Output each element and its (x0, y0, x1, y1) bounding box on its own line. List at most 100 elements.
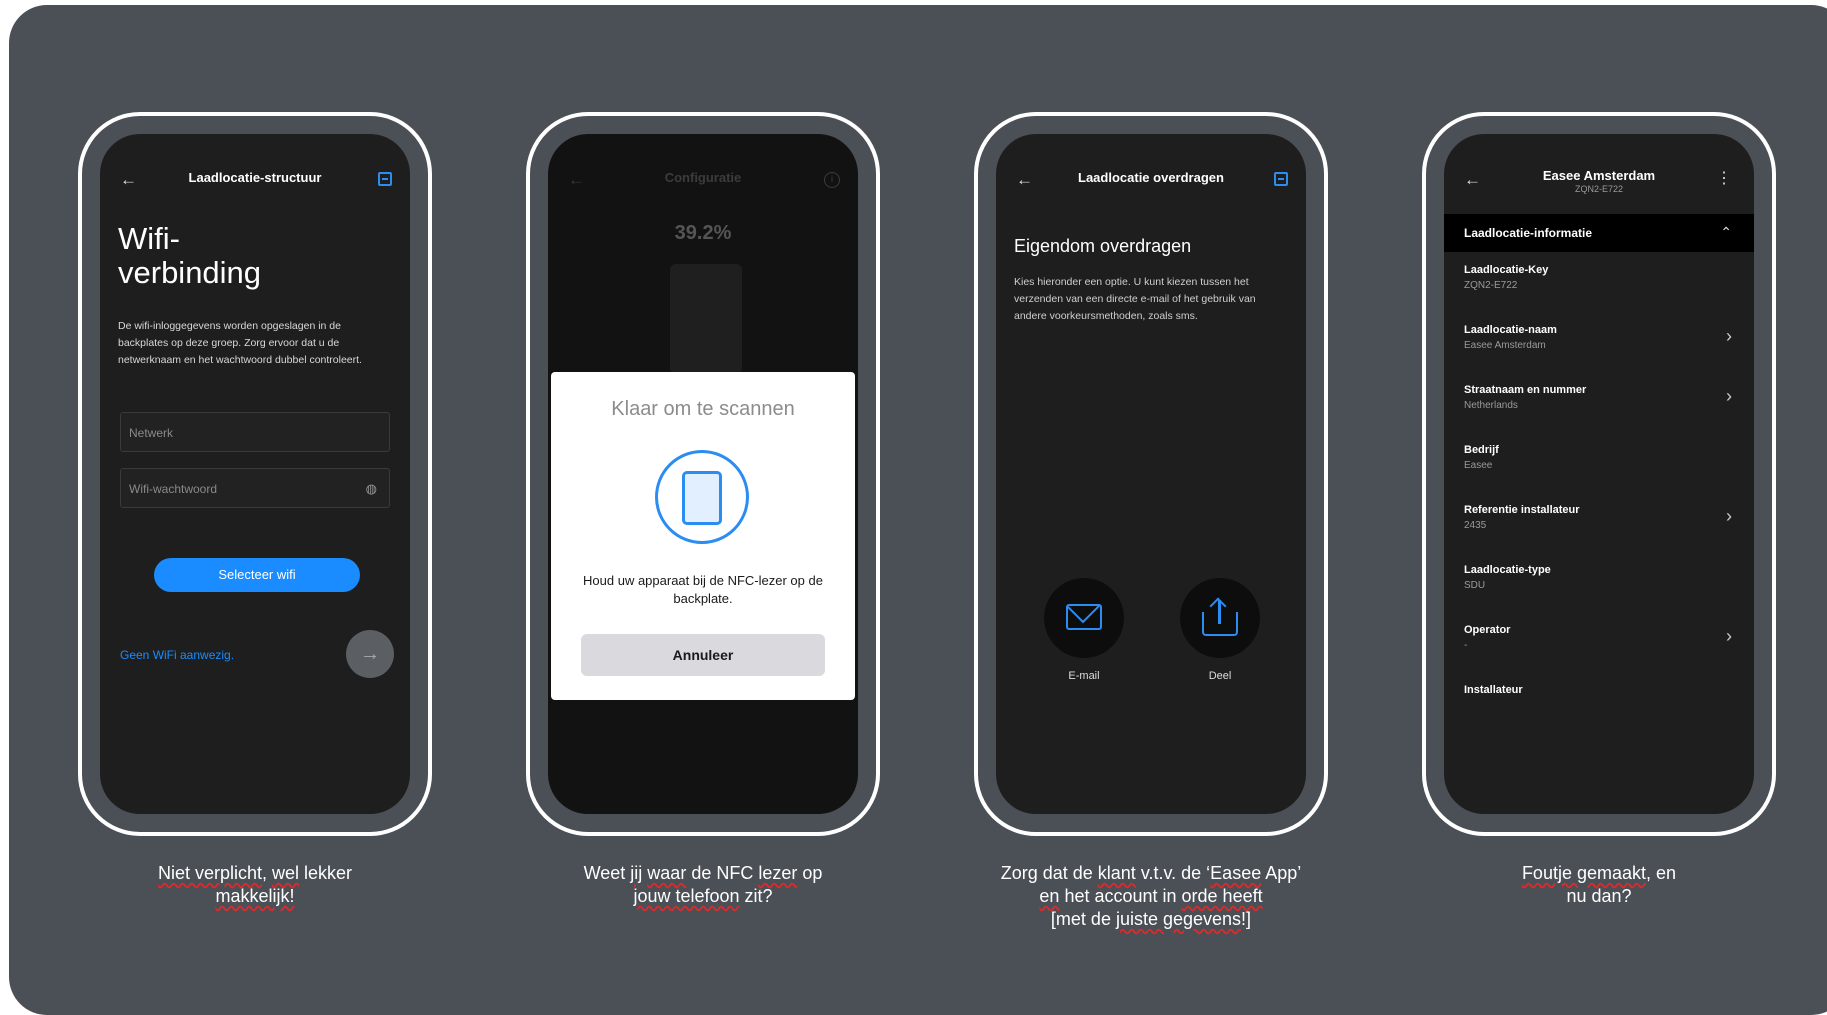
header-subtitle: ZQN2-E722 (1574, 184, 1624, 194)
caption-wifi: Niet verplicht, wel lekker makkelijk! (78, 862, 432, 908)
info-row: Bedrijf Easee (1444, 436, 1754, 492)
caption-text: op (797, 863, 823, 883)
caption-text: App’ (1261, 863, 1302, 883)
info-row-value: ZQN2-E722 (1464, 280, 1518, 291)
phone-frame-location-info: ← Easee Amsterdam ZQN2-E722 ⋮ Laadlocati… (1422, 112, 1776, 836)
arrow-right-icon: → (360, 643, 380, 665)
info-row-value: 2435 (1464, 520, 1487, 531)
phone-screen-transfer: ← Laadlocatie overdragen Eigendom overdr… (996, 134, 1306, 814)
caption-text: orde heeft (1181, 886, 1263, 906)
wifi-password-input[interactable]: Wifi-wachtwoord ◍ (120, 468, 390, 508)
caption-text: !] (1241, 909, 1252, 929)
info-row-label: Installateur (1464, 684, 1523, 696)
info-row: Installateur (1444, 676, 1754, 732)
phone-nfc-icon (655, 450, 749, 544)
header-title: Configuratie (664, 170, 742, 185)
caption-text: makkelijk! (215, 886, 295, 906)
header-title: Laadlocatie-structuur (188, 170, 322, 185)
info-row-label: Laadlocatie-naam (1464, 324, 1557, 336)
transfer-description: Kies hieronder een optie. U kunt kiezen … (1014, 276, 1256, 322)
wifi-description: De wifi-inloggegevens worden opgeslagen … (118, 320, 362, 366)
nfc-scan-dialog: Klaar om te scannen Houd uw apparaat bij… (551, 372, 855, 700)
share-button[interactable] (1180, 578, 1260, 658)
mail-icon (1066, 604, 1102, 630)
caption-text: , en (1646, 863, 1677, 883)
caption-text: jij (630, 863, 643, 883)
chevron-right-icon[interactable]: › (1726, 386, 1732, 407)
info-row-label: Straatnaam en nummer (1464, 384, 1587, 396)
phone-frame-nfc: ← Configuratie i 39.2% Klaar om te scann… (526, 112, 880, 836)
phone-frame-wifi: ← Laadlocatie-structuur Wifi- verbinding… (78, 112, 432, 836)
info-row-value: Easee (1464, 460, 1493, 471)
info-row: Laadlocatie-Key ZQN2-E722 (1444, 256, 1754, 312)
caption-text: Weet (583, 863, 631, 883)
dialog-text: Houd uw apparaat bij de NFC-lezer op de … (583, 573, 823, 606)
page-heading: Eigendom overdragen (1014, 236, 1192, 256)
info-row-label: Laadlocatie-type (1464, 564, 1551, 576)
more-options-icon[interactable]: ⋮ (1716, 171, 1732, 187)
email-label: E-mail (1068, 670, 1100, 682)
info-row[interactable]: Straatnaam en nummer Netherlands › (1444, 376, 1754, 432)
caption-text: v.t.v. de ‘ (1135, 863, 1211, 883)
progress-percentage: 39.2% (674, 222, 732, 244)
scan-icon[interactable] (1274, 172, 1288, 186)
info-row-label: Referentie installateur (1464, 504, 1580, 516)
caption-text: het account in (1059, 886, 1182, 906)
caption-text: Zorg dat de (1000, 863, 1098, 883)
chevron-right-icon[interactable]: › (1726, 326, 1732, 347)
email-button[interactable] (1044, 578, 1124, 658)
caption-text: Niet verplicht (157, 863, 262, 883)
cancel-button[interactable]: Annuleer (581, 634, 825, 676)
caption-text: zit? (739, 886, 773, 906)
caption-text: lezer (758, 863, 798, 883)
info-row-label: Laadlocatie-Key (1464, 264, 1549, 276)
info-row[interactable]: Operator - › (1444, 616, 1754, 672)
header-title: Easee Amsterdam (1542, 168, 1656, 183)
info-icon[interactable]: i (824, 172, 840, 188)
info-row-value: Netherlands (1464, 400, 1518, 411)
caption-text: jouw telefoon (633, 886, 740, 906)
caption-text: [met de (1050, 909, 1116, 929)
select-wifi-button[interactable]: Selecteer wifi (154, 558, 360, 592)
header-title: Laadlocatie overdragen (1078, 170, 1224, 185)
share-label: Deel (1208, 670, 1232, 682)
info-row-value: - (1464, 640, 1468, 651)
caption-text: wel (272, 863, 300, 883)
caption-nfc: Weet jij waar de NFC lezer op jouw telef… (526, 862, 880, 908)
section-header[interactable]: Laadlocatie-informatie ⌃ (1444, 214, 1754, 252)
caption-text: Foutje gemaakt (1521, 863, 1647, 883)
chevron-right-icon[interactable]: › (1726, 626, 1732, 647)
caption-text: lekker (299, 863, 353, 883)
charger-image (670, 264, 742, 374)
network-input[interactable]: Netwerk (120, 412, 390, 452)
share-icon (1202, 597, 1238, 638)
info-row[interactable]: Laadlocatie-naam Easee Amsterdam › (1444, 316, 1754, 372)
caption-text: Easee (1210, 863, 1262, 883)
caption-location-info: Foutje gemaakt, en nu dan? (1422, 862, 1776, 908)
wifi-password-placeholder: Wifi-wachtwoord (129, 482, 218, 496)
caption-text: waar (647, 863, 687, 883)
section-title: Laadlocatie-informatie (1464, 226, 1593, 240)
phone-screen-location-info: ← Easee Amsterdam ZQN2-E722 ⋮ Laadlocati… (1444, 134, 1754, 814)
info-row-label: Bedrijf (1464, 444, 1499, 456)
info-row-label: Operator (1464, 624, 1511, 636)
caption-text: juiste gegevens (1115, 909, 1242, 929)
caption-text: , (262, 863, 273, 883)
caption-text: nu dan? (1566, 886, 1632, 906)
info-row-value: Easee Amsterdam (1464, 340, 1546, 351)
eye-off-icon[interactable]: ◍ (366, 469, 377, 509)
next-button[interactable]: → (346, 630, 394, 678)
scan-icon[interactable] (378, 172, 392, 186)
caption-text: en (1039, 886, 1060, 906)
info-row[interactable]: Referentie installateur 2435 › (1444, 496, 1754, 552)
info-row-value: SDU (1464, 580, 1486, 591)
phone-screen-wifi: ← Laadlocatie-structuur Wifi- verbinding… (100, 134, 410, 814)
caption-text: de NFC (686, 863, 759, 883)
chevron-up-icon: ⌃ (1720, 224, 1732, 240)
no-wifi-link[interactable]: Geen WiFi aanwezig. (120, 648, 234, 662)
phone-frame-transfer: ← Laadlocatie overdragen Eigendom overdr… (974, 112, 1328, 836)
chevron-right-icon[interactable]: › (1726, 506, 1732, 527)
caption-transfer: Zorg dat de klant v.t.v. de ‘Easee App’ … (974, 862, 1328, 931)
info-row: Laadlocatie-type SDU (1444, 556, 1754, 612)
caption-text: klant (1097, 863, 1136, 883)
